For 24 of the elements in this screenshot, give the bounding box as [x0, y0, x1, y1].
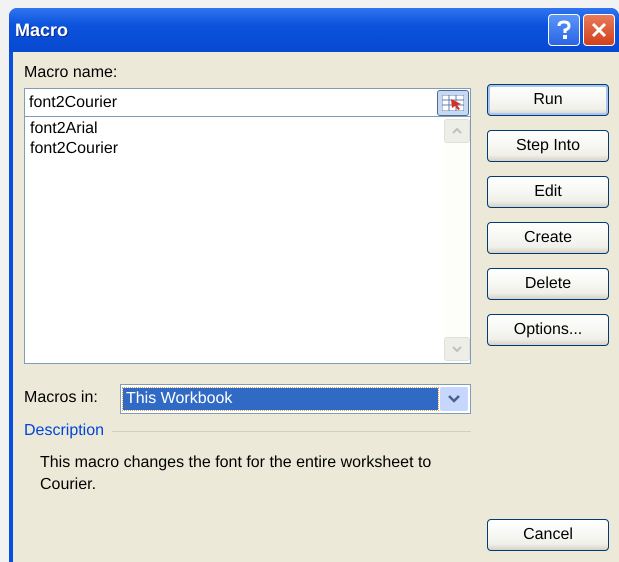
- help-icon: [556, 20, 572, 40]
- close-button[interactable]: [583, 14, 615, 46]
- macros-in-dropdown[interactable]: This Workbook: [120, 384, 471, 414]
- help-button[interactable]: [548, 14, 580, 46]
- description-text: This macro changes the font for the entire worksheet to Courier.: [40, 453, 432, 495]
- macros-in-label: Macros in:: [24, 389, 99, 408]
- description-heading: Description: [24, 422, 104, 440]
- macro-name-field[interactable]: font2Courier: [24, 88, 471, 117]
- chevron-down-icon: [448, 395, 460, 403]
- macro-name-label: Macro name:: [24, 64, 118, 83]
- dialog-button[interactable]: Run: [487, 84, 609, 116]
- dialog-button[interactable]: Step Into: [487, 130, 609, 162]
- macro-list-item[interactable]: font2Courier: [29, 139, 440, 159]
- dropdown-button[interactable]: [440, 387, 468, 411]
- dialog-button[interactable]: Edit: [487, 176, 609, 208]
- dialog-button[interactable]: Options...: [487, 314, 609, 346]
- collapse-dialog-button[interactable]: [437, 90, 469, 116]
- macro-list-item[interactable]: font2Arial: [29, 119, 440, 139]
- dialog-button[interactable]: Create: [487, 222, 609, 254]
- window-title: Macro: [15, 20, 70, 40]
- cancel-button[interactable]: Cancel: [487, 519, 609, 551]
- cell-select-icon: [442, 94, 464, 110]
- dialog-button[interactable]: Delete: [487, 268, 609, 300]
- close-icon: [590, 21, 608, 39]
